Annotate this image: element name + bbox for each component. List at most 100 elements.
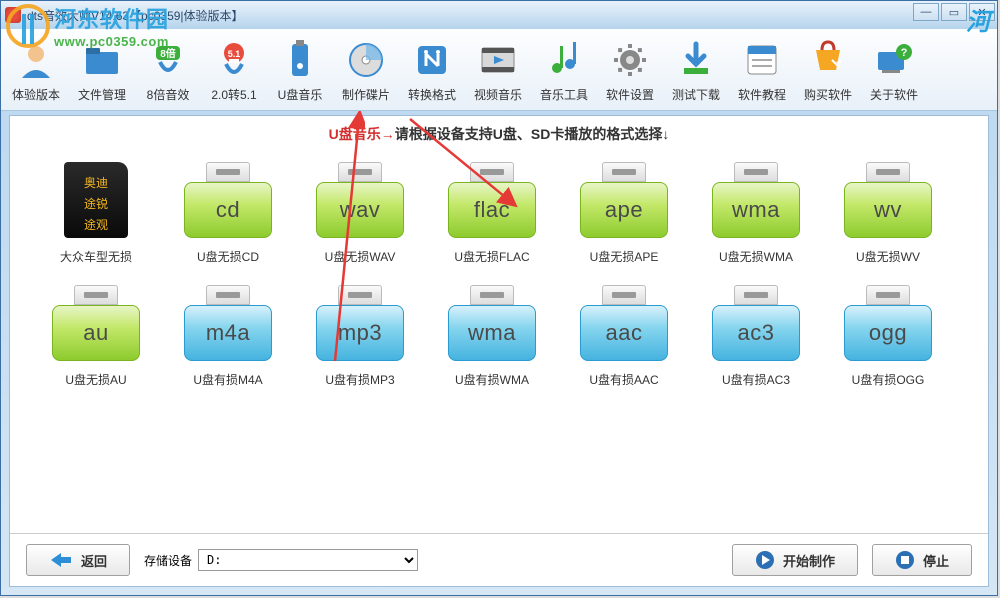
format-label: U盘无损WMA (719, 248, 793, 265)
format-wma2[interactable]: wma U盘有损WMA (426, 279, 558, 402)
format-au[interactable]: au U盘无损AU (30, 279, 162, 402)
2to51-icon: 5.1 (212, 38, 256, 82)
format-label: U盘无损WV (856, 248, 920, 265)
usb-icon: ac3 (710, 285, 802, 363)
tool-label: 8倍音效 (147, 86, 190, 103)
svg-text:?: ? (901, 47, 908, 59)
format-ac3[interactable]: ac3 U盘有损AC3 (690, 279, 822, 402)
format-label: U盘无损CD (197, 248, 259, 265)
tool-label: 制作碟片 (342, 86, 390, 103)
minimize-button[interactable]: — (913, 3, 939, 21)
usb-icon: m4a (182, 285, 274, 363)
sdcard-item[interactable]: 奥迪 途锐 途观 大众车型无损 (30, 156, 162, 279)
tool-label: 关于软件 (870, 86, 918, 103)
format-cd[interactable]: cd U盘无损CD (162, 156, 294, 279)
usb-icon: flac (446, 162, 538, 240)
format-wav[interactable]: wav U盘无损WAV (294, 156, 426, 279)
format-grid: 奥迪 途锐 途观 大众车型无损 cd U盘无损CD wav U盘无损WAV fl… (10, 152, 988, 406)
tool-soft-tutorial[interactable]: 软件教程 (729, 33, 795, 108)
svg-text:8倍: 8倍 (160, 47, 176, 60)
usb-body-text: m4a (184, 305, 272, 361)
format-ogg[interactable]: ogg U盘有损OGG (822, 279, 954, 402)
tool-usb-music[interactable]: U盘音乐 (267, 33, 333, 108)
tool-buy-software[interactable]: 购买软件 (795, 33, 861, 108)
start-label: 开始制作 (783, 551, 835, 570)
tool-about-software[interactable]: ? 关于软件 (861, 33, 927, 108)
format-label: U盘有损M4A (193, 371, 262, 388)
usb-body-text: ac3 (712, 305, 800, 361)
tool-label: 音乐工具 (540, 86, 588, 103)
usb-body-text: aac (580, 305, 668, 361)
format-ape[interactable]: ape U盘无损APE (558, 156, 690, 279)
usb-body-text: mp3 (316, 305, 404, 361)
stop-icon (895, 550, 915, 570)
soft-settings-icon (608, 38, 652, 82)
format-flac[interactable]: flac U盘无损FLAC (426, 156, 558, 279)
bottom-bar: 返回 存储设备 D: 开始制作 停止 (10, 533, 988, 586)
maximize-button[interactable]: ▭ (941, 3, 967, 21)
8x-sound-icon: 8倍 (146, 38, 190, 82)
tool-8x-sound[interactable]: 8倍 8倍音效 (135, 33, 201, 108)
format-m4a[interactable]: m4a U盘有损M4A (162, 279, 294, 402)
arrow-left-icon (49, 551, 73, 569)
format-label: U盘无损AU (65, 371, 126, 388)
usb-body-text: flac (448, 182, 536, 238)
instruction-prefix: U盘音乐→ (329, 126, 395, 142)
usb-body-text: wma (448, 305, 536, 361)
usb-music-icon (278, 38, 322, 82)
watermark-corner: 河 (966, 2, 990, 37)
tool-file-manage[interactable]: 文件管理 (69, 33, 135, 108)
svg-text:5.1: 5.1 (228, 49, 241, 59)
play-icon (755, 550, 775, 570)
usb-body-text: ape (580, 182, 668, 238)
usb-icon: mp3 (314, 285, 406, 363)
tool-label: 2.0转5.1 (211, 86, 256, 103)
format-wma[interactable]: wma U盘无损WMA (690, 156, 822, 279)
buy-software-icon (806, 38, 850, 82)
tool-2to51[interactable]: 5.1 2.0转5.1 (201, 33, 267, 108)
usb-body-text: au (52, 305, 140, 361)
storage-select[interactable]: D: (198, 549, 418, 571)
tool-music-tools[interactable]: 音乐工具 (531, 33, 597, 108)
content-area: U盘音乐→请根据设备支持U盘、SD卡播放的格式选择↓ 奥迪 途锐 途观 大众车型… (9, 115, 989, 587)
start-button[interactable]: 开始制作 (732, 544, 858, 576)
main-toolbar: 体验版本 文件管理8倍 8倍音效5.1 2.0转5.1 U盘音乐 制作碟片 转换… (1, 29, 997, 111)
convert-format-icon (410, 38, 454, 82)
tool-test-download[interactable]: 测试下载 (663, 33, 729, 108)
app-icon (5, 7, 21, 23)
tool-label: 软件设置 (606, 86, 654, 103)
usb-icon: au (50, 285, 142, 363)
stop-label: 停止 (923, 551, 949, 570)
format-label: U盘无损APE (590, 248, 659, 265)
tool-label: 转换格式 (408, 86, 456, 103)
format-wv[interactable]: wv U盘无损WV (822, 156, 954, 279)
tool-soft-settings[interactable]: 软件设置 (597, 33, 663, 108)
storage-label: 存储设备 (144, 552, 192, 569)
sdcard-icon: 奥迪 途锐 途观 (50, 162, 142, 240)
format-label: U盘有损WMA (455, 371, 529, 388)
format-mp3[interactable]: mp3 U盘有损MP3 (294, 279, 426, 402)
tool-make-disc[interactable]: 制作碟片 (333, 33, 399, 108)
make-disc-icon (344, 38, 388, 82)
file-manage-icon (80, 38, 124, 82)
trial-version-icon (14, 38, 58, 82)
format-aac[interactable]: aac U盘有损AAC (558, 279, 690, 402)
video-music-icon (476, 38, 520, 82)
format-label: U盘有损AAC (589, 371, 658, 388)
window-title: dts音效大师V14.63【pc0359|体验版本】 (27, 7, 244, 24)
titlebar: dts音效大师V14.63【pc0359|体验版本】 — ▭ ✕ (1, 1, 997, 29)
about-software-icon: ? (872, 38, 916, 82)
tool-label: 体验版本 (12, 86, 60, 103)
tool-label: 购买软件 (804, 86, 852, 103)
usb-body-text: ogg (844, 305, 932, 361)
music-tools-icon (542, 38, 586, 82)
tool-trial-version[interactable]: 体验版本 (3, 33, 69, 108)
tool-convert-format[interactable]: 转换格式 (399, 33, 465, 108)
stop-button[interactable]: 停止 (872, 544, 972, 576)
usb-body-text: wv (844, 182, 932, 238)
back-button[interactable]: 返回 (26, 544, 130, 576)
usb-icon: wma (710, 162, 802, 240)
format-label: U盘无损FLAC (454, 248, 529, 265)
tool-label: 视频音乐 (474, 86, 522, 103)
tool-video-music[interactable]: 视频音乐 (465, 33, 531, 108)
